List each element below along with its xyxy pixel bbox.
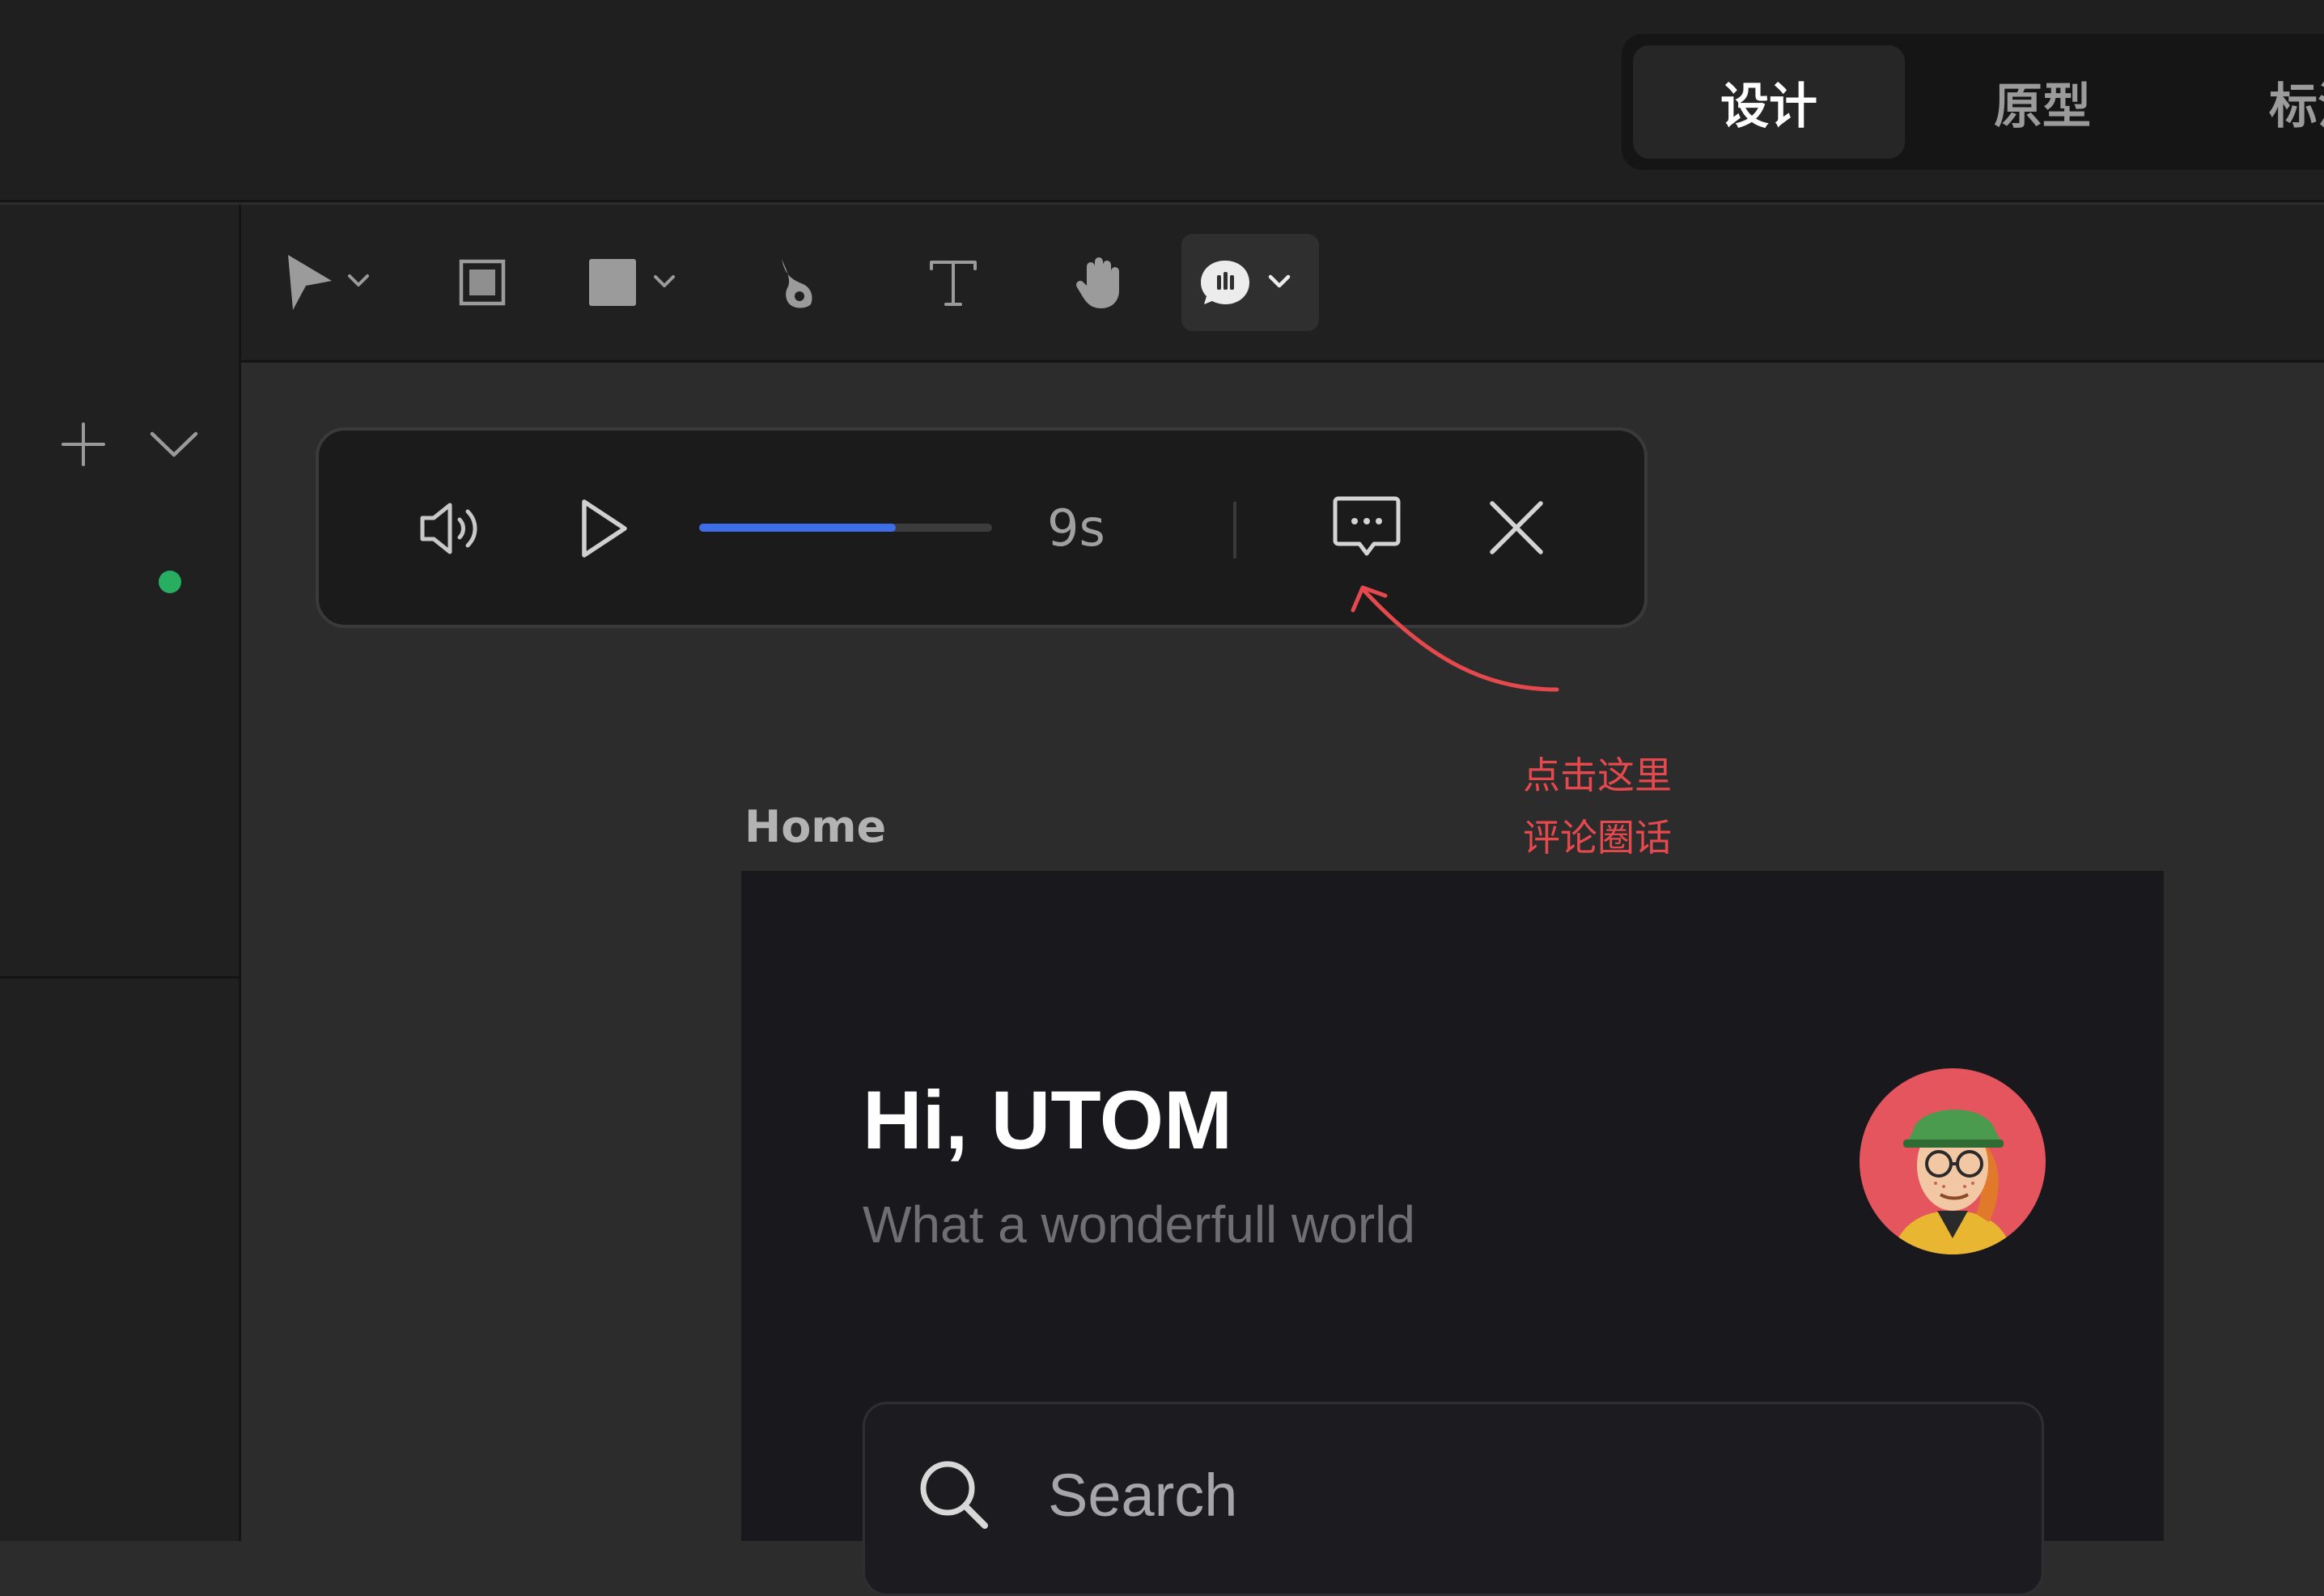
pen-nib-icon <box>782 259 812 308</box>
search-placeholder: Search <box>1048 1462 1238 1529</box>
annotation-arrow <box>1351 585 1559 692</box>
progress-track[interactable] <box>699 524 992 532</box>
playback-time: 9s <box>1047 498 1105 558</box>
left-panel-divider <box>0 976 241 978</box>
voice-bubble-icon <box>1201 261 1291 304</box>
top-bar: 设计 原型 标注 <box>0 0 2324 202</box>
volume-icon[interactable] <box>416 492 489 565</box>
status-dot <box>159 571 181 593</box>
avatar[interactable] <box>1860 1068 2046 1254</box>
frame-tool-button[interactable] <box>443 234 521 331</box>
tab-annotate[interactable]: 标注 <box>2180 45 2324 159</box>
mode-tabs: 设计 原型 标注 <box>1622 34 2324 170</box>
annotation-line-1: 点击这里 <box>1523 753 1672 797</box>
pen-tool-button[interactable] <box>759 234 837 331</box>
cursor-arrow-icon <box>288 255 369 310</box>
rectangle-icon <box>589 259 675 306</box>
play-icon[interactable] <box>571 492 636 565</box>
text-tool-button[interactable] <box>913 234 994 331</box>
home-frame[interactable]: Hi, UTOM What a wonderfull world Search <box>741 871 2164 1596</box>
greeting-title: Hi, UTOM <box>863 1074 1233 1166</box>
divider <box>1233 502 1236 558</box>
comment-icon[interactable] <box>1330 490 1403 563</box>
left-panel <box>0 205 241 1541</box>
voice-comment-tool-button[interactable] <box>1181 234 1319 331</box>
search-icon <box>915 1456 991 1532</box>
move-tool-button[interactable] <box>282 234 387 331</box>
frame-icon <box>459 259 506 306</box>
tab-prototype[interactable]: 原型 <box>1906 45 2178 159</box>
greeting-subtitle: What a wonderfull world <box>863 1195 1415 1254</box>
shape-tool-button[interactable] <box>581 234 686 331</box>
chevron-down-icon[interactable] <box>146 419 202 469</box>
add-icon[interactable] <box>58 419 108 469</box>
frame-label[interactable]: Home <box>744 801 886 852</box>
hand-tool-button[interactable] <box>1060 234 1141 331</box>
toolbar <box>241 205 2324 363</box>
hand-icon <box>1076 257 1119 308</box>
annotation-text: 点击这里 评论圈话 <box>1523 745 1709 869</box>
search-field[interactable]: Search <box>863 1402 2044 1596</box>
tab-design[interactable]: 设计 <box>1633 45 1905 159</box>
progress-fill <box>699 524 896 532</box>
annotation-line-2: 评论圈话 <box>1523 816 1672 860</box>
close-icon[interactable] <box>1484 495 1549 560</box>
text-icon <box>930 261 977 306</box>
